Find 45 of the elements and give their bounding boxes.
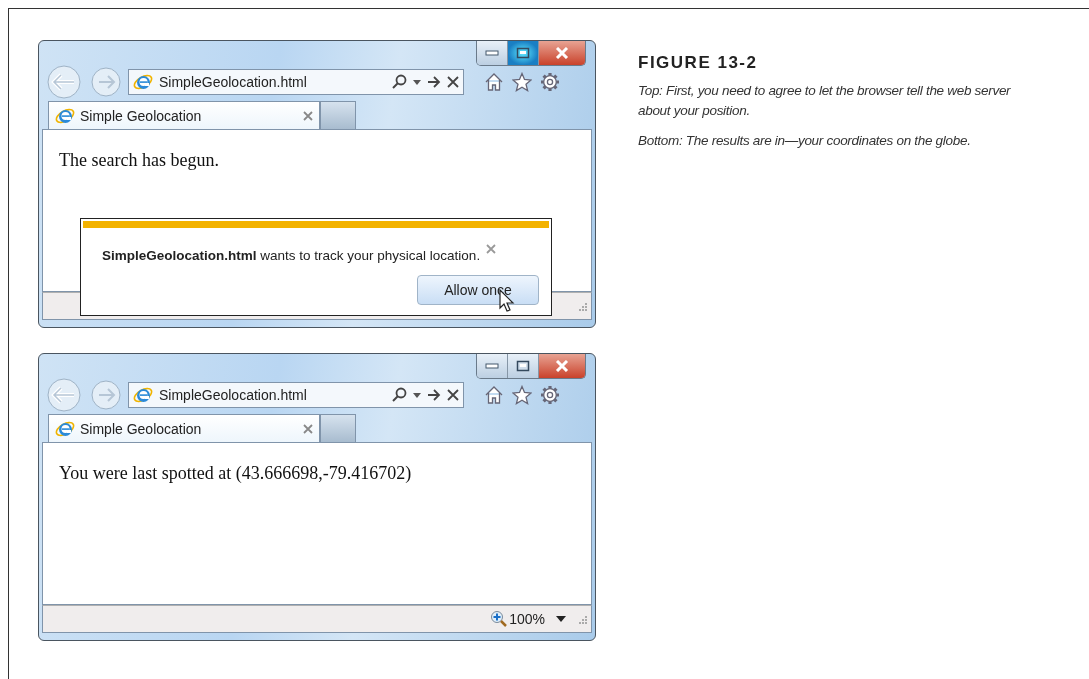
page-icon	[133, 385, 153, 405]
page-icon	[133, 72, 153, 92]
resize-grip-icon[interactable]	[577, 614, 587, 624]
page-text: The search has begun.	[59, 150, 219, 170]
zoom-control[interactable]: 100%	[490, 610, 545, 628]
close-button[interactable]	[539, 41, 585, 65]
address-bar[interactable]: SimpleGeolocation.html	[128, 69, 464, 95]
stop-icon[interactable]	[447, 389, 459, 401]
search-icon[interactable]	[391, 387, 407, 403]
notification-message: SimpleGeolocation.html wants to track your physical location.	[102, 248, 481, 263]
dropdown-caret-icon[interactable]	[553, 615, 569, 623]
minimize-icon	[485, 50, 499, 56]
page-text: You were last spotted at (43.666698,-79.416702)	[59, 463, 412, 483]
settings-icon[interactable]	[540, 385, 560, 405]
home-icon[interactable]	[484, 385, 504, 405]
allow-button[interactable]: Allow once	[417, 275, 539, 305]
address-bar[interactable]: SimpleGeolocation.html	[128, 382, 464, 408]
caption-text: Top: First, you need to agree to let the browser tell the web server about your position.	[638, 82, 1012, 120]
go-arrow-icon[interactable]	[427, 76, 441, 88]
settings-icon[interactable]	[540, 72, 560, 92]
close-icon[interactable]	[486, 244, 497, 254]
close-icon	[555, 47, 569, 59]
stop-icon[interactable]	[447, 76, 459, 88]
dropdown-caret-icon[interactable]	[413, 392, 421, 398]
resize-grip-icon[interactable]	[577, 301, 587, 311]
caption-text: Bottom: The results are in—your coordinates on the globe.	[638, 132, 972, 150]
figure-label: FIGURE 13-2	[638, 53, 759, 73]
star-icon[interactable]	[512, 72, 532, 92]
home-icon[interactable]	[484, 72, 504, 92]
minimize-icon	[485, 363, 499, 369]
zoom-icon	[490, 610, 509, 628]
browser-tab[interactable]: Simple Geolocation	[48, 414, 320, 442]
close-button[interactable]	[539, 354, 585, 378]
search-icon[interactable]	[391, 74, 407, 90]
close-icon	[555, 360, 569, 372]
maximize-icon	[516, 47, 530, 59]
dropdown-caret-icon[interactable]	[413, 79, 421, 85]
maximize-button[interactable]	[508, 41, 539, 65]
close-icon[interactable]	[303, 110, 313, 121]
browser-tab[interactable]: Simple Geolocation	[48, 101, 320, 129]
maximize-icon	[516, 360, 530, 372]
maximize-button[interactable]	[508, 354, 539, 378]
star-icon[interactable]	[512, 385, 532, 405]
close-icon[interactable]	[303, 423, 313, 434]
go-arrow-icon[interactable]	[427, 389, 441, 401]
